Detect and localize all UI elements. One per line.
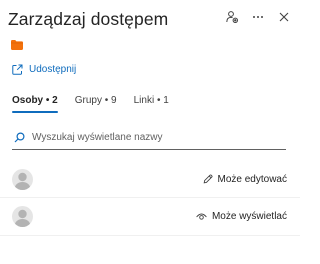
share-icon: [12, 64, 23, 75]
permission-label: Może edytować: [217, 173, 287, 185]
tab-links[interactable]: Linki • 1: [134, 95, 169, 106]
share-button[interactable]: Udostępnij: [12, 64, 76, 75]
search-box: [12, 126, 286, 150]
tab-people[interactable]: Osoby • 2: [12, 95, 58, 113]
close-icon[interactable]: [276, 9, 292, 25]
permission-label: Może wyświetlać: [211, 211, 287, 222]
avatar: [12, 168, 33, 190]
eye-icon: [196, 212, 207, 221]
avatar: [12, 206, 33, 227]
more-icon[interactable]: [250, 9, 266, 25]
permission-dropdown[interactable]: Może wyświetlać: [196, 211, 287, 222]
pencil-icon: [203, 174, 213, 184]
search-icon: [14, 132, 25, 143]
divider: [0, 235, 300, 236]
share-label: Udostępnij: [29, 64, 77, 75]
manage-access-panel: Zarządzaj dostępem Udostępnij Osoby • 2 …: [0, 0, 300, 264]
header-actions: [224, 9, 292, 25]
permission-dropdown[interactable]: Może edytować: [203, 174, 287, 185]
search-input[interactable]: [32, 132, 272, 143]
tab-groups[interactable]: Grupy • 9: [75, 95, 117, 106]
person-row[interactable]: Może edytować: [0, 160, 300, 198]
folder-icon: [11, 37, 23, 55]
panel-title: Zarządzaj dostępem: [8, 9, 169, 29]
manage-access-icon[interactable]: [224, 9, 240, 25]
tab-bar: Osoby • 2 Grupy • 9 Linki • 1: [12, 95, 169, 113]
person-row[interactable]: Może wyświetlać: [0, 197, 300, 235]
